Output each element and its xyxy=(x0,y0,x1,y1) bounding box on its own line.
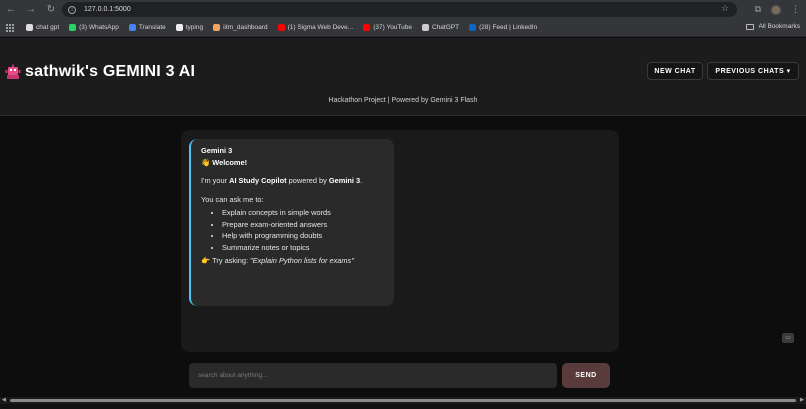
app-header: sathwik's GEMINI 3 AI NEW CHAT PREVIOUS … xyxy=(0,38,806,116)
bookmark-label: Translate xyxy=(138,24,166,31)
message-sender: Gemini 3 xyxy=(201,146,233,155)
bot-message: Gemini 3 👋 Welcome! I'm your AI Study Co… xyxy=(189,139,394,306)
profile-avatar[interactable] xyxy=(771,4,781,15)
bookmark-label: chat gpt xyxy=(36,24,60,31)
app-subtitle: Hackathon Project | Powered by Gemini 3 … xyxy=(328,97,478,104)
browser-toolbar: ← → ↻ i 127.0.0.1:5000 ☆ ⧉ ⋮ xyxy=(0,0,806,19)
bookmark-label: (37) YouTube xyxy=(373,24,412,31)
bookmark-item[interactable]: ChatGPT xyxy=(422,24,459,31)
ask-line: You can ask me to: xyxy=(201,194,264,204)
bookmark-item[interactable]: chat gpt xyxy=(26,24,59,31)
favicon-icon xyxy=(422,24,429,31)
list-item: Explain concepts in simple words xyxy=(222,209,386,218)
bookmark-label: typing xyxy=(185,24,204,31)
intro-line: I'm your AI Study Copilot powered by Gem… xyxy=(201,176,363,186)
favicon-icon xyxy=(469,24,477,31)
main-area: Gemini 3 👋 Welcome! I'm your AI Study Co… xyxy=(0,117,806,402)
list-item: Summarize notes or topics xyxy=(222,243,386,253)
favicon-icon xyxy=(175,24,183,31)
send-button[interactable]: SEND xyxy=(562,363,610,388)
scroll-left-icon[interactable]: ◀ xyxy=(2,397,6,403)
bookmarks-bar: chat gpt (3) WhatsApp Translate typing iitm_… xyxy=(0,19,806,37)
welcome-line: 👋 Welcome! xyxy=(201,157,248,167)
bookmark-item[interactable]: (37) YouTube xyxy=(363,24,412,31)
bookmark-label: (28) Feed | LinkedIn xyxy=(479,24,538,31)
favicon-icon xyxy=(69,24,77,31)
folder-icon xyxy=(746,23,755,30)
favicon-icon xyxy=(26,24,33,31)
scrollbar-thumb[interactable] xyxy=(10,399,796,402)
previous-chats-button[interactable]: PREVIOUS CHATS ▾ xyxy=(707,62,799,80)
taskbar-strip xyxy=(0,404,806,409)
list-item: Help with programming doubts xyxy=(222,232,386,241)
horizontal-scrollbar[interactable]: ◀ ▶ xyxy=(0,397,806,404)
list-item: Prepare exam-oriented answers xyxy=(222,220,386,230)
bookmark-label: ChatGPT xyxy=(432,24,460,31)
extensions-icon[interactable]: ⧉ xyxy=(755,4,761,15)
app-title: sathwik's GEMINI 3 AI xyxy=(25,63,196,80)
forward-icon[interactable]: → xyxy=(24,3,38,17)
bookmark-item[interactable]: (3) WhatsApp xyxy=(69,24,119,31)
menu-icon[interactable]: ⋮ xyxy=(791,4,800,15)
favicon-icon xyxy=(277,24,285,31)
favicon-icon xyxy=(363,24,371,31)
address-bar[interactable]: i 127.0.0.1:5000 ☆ xyxy=(62,2,737,17)
bookmark-label: (3) WhatsApp xyxy=(79,24,119,31)
address-url[interactable]: 127.0.0.1:5000 xyxy=(84,6,131,13)
back-icon[interactable]: ← xyxy=(4,3,18,17)
bookmark-label: (1) Sigma Web Deve... xyxy=(287,24,354,31)
apps-icon[interactable] xyxy=(6,23,14,32)
scroll-right-icon[interactable]: ▶ xyxy=(800,397,804,403)
bookmark-item[interactable]: (28) Feed | LinkedIn xyxy=(469,24,537,31)
bookmark-item[interactable]: typing xyxy=(175,24,204,31)
capability-list: Explain concepts in simple words Prepare… xyxy=(201,209,386,252)
favicon-icon xyxy=(128,24,136,31)
pointing-hand-icon: 👉 xyxy=(201,256,211,266)
floating-widget-icon[interactable]: ▭ xyxy=(782,333,794,343)
all-bookmarks[interactable]: All Bookmarks xyxy=(746,23,800,30)
wave-icon: 👋 xyxy=(201,157,211,167)
all-bookmarks-label: All Bookmarks xyxy=(758,23,800,30)
robot-icon xyxy=(5,64,21,80)
reload-icon[interactable]: ↻ xyxy=(44,3,58,17)
try-asking-line: 👉 Try asking: "Explain Python lists for … xyxy=(201,256,354,266)
new-chat-button[interactable]: NEW CHAT xyxy=(647,62,703,80)
chat-window[interactable]: Gemini 3 👋 Welcome! I'm your AI Study Co… xyxy=(181,130,619,352)
search-input[interactable] xyxy=(189,363,557,388)
bookmark-star-icon[interactable]: ☆ xyxy=(721,3,729,14)
bookmark-item[interactable]: (1) Sigma Web Deve... xyxy=(277,24,354,31)
favicon-icon xyxy=(213,24,221,31)
bookmark-label: iitm_dashboard xyxy=(223,24,268,31)
bookmark-item[interactable]: Translate xyxy=(128,24,166,31)
bookmark-item[interactable]: iitm_dashboard xyxy=(213,24,268,31)
brand: sathwik's GEMINI 3 AI xyxy=(5,63,195,81)
site-info-icon[interactable]: i xyxy=(68,5,76,14)
